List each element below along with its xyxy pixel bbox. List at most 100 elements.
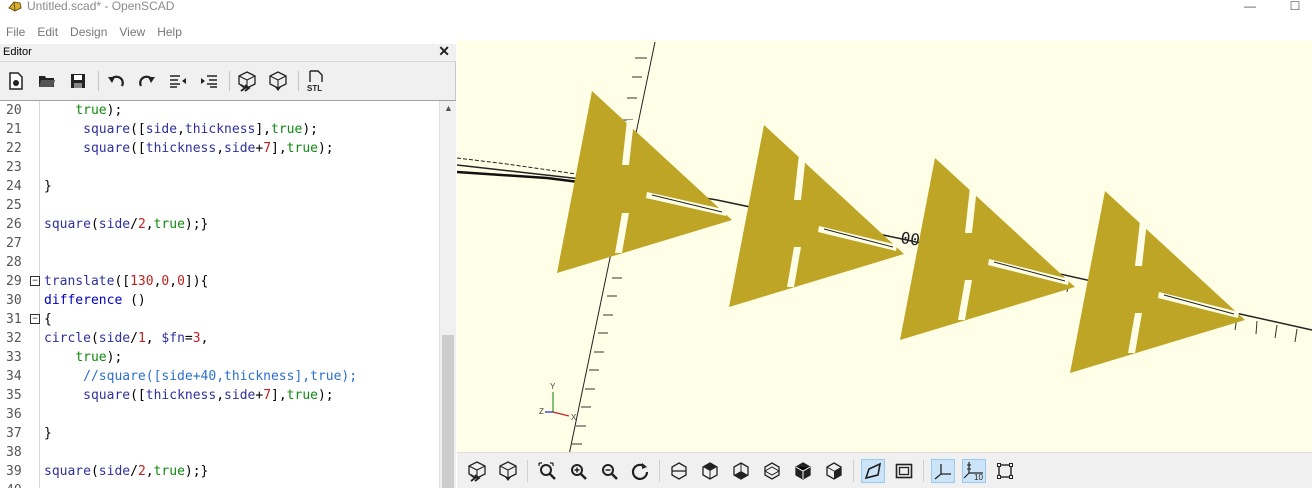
code-token: 1	[137, 331, 146, 346]
toolbar-separator	[527, 459, 528, 482]
code-line[interactable]: 29− translate([130,0,0]){	[0, 272, 440, 291]
code-text: square([side,thickness],true);	[44, 120, 318, 139]
code-line[interactable]: 37}	[0, 424, 440, 443]
code-line[interactable]: 20 true);	[0, 101, 440, 120]
code-token: 130	[130, 274, 154, 289]
code-line[interactable]: 31−{	[0, 310, 440, 329]
code-line[interactable]: 22 square([thickness,side+7],true);	[0, 139, 440, 158]
code-line[interactable]: 23	[0, 158, 440, 177]
show-scale-markers-icon[interactable]: 10	[962, 458, 986, 483]
fold-toggle-icon[interactable]: −	[30, 276, 40, 286]
view-top-icon[interactable]	[698, 459, 722, 483]
minimize-button[interactable]: —	[1242, 0, 1258, 14]
code-token: =	[184, 331, 193, 346]
menu-design[interactable]: Design	[64, 23, 113, 41]
code-text: {	[44, 310, 52, 329]
line-number: 38	[6, 445, 22, 460]
line-number: 40	[6, 481, 22, 488]
open-folder-icon[interactable]	[36, 70, 58, 92]
code-line[interactable]: 36	[0, 405, 440, 424]
editor-scrollbar[interactable]: ▲	[439, 101, 456, 488]
code-line[interactable]: 34 //square([side+40,thickness],true);	[0, 367, 440, 386]
menu-bar: File Edit Design View Help	[0, 23, 460, 41]
new-file-icon[interactable]	[5, 70, 27, 92]
indent-icon[interactable]	[198, 70, 220, 92]
openscad-logo-icon	[8, 1, 22, 12]
code-text: translate([130,0,0]){	[44, 272, 208, 291]
code-editor[interactable]: 20 true); 21 square([side,thickness],true…	[0, 100, 456, 488]
menu-file[interactable]: File	[0, 23, 31, 41]
code-token: thickness	[145, 141, 217, 156]
code-line[interactable]: 25	[0, 196, 440, 215]
toolbar-separator	[98, 71, 99, 91]
render-icon[interactable]	[267, 70, 289, 92]
line-number: 28	[6, 255, 22, 270]
code-token: ,	[169, 274, 178, 289]
code-line[interactable]: 33 true);	[0, 348, 440, 367]
editor-close-button[interactable]: ✕	[438, 43, 450, 60]
scroll-thumb[interactable]	[442, 335, 454, 488]
show-edges-icon[interactable]	[993, 459, 1017, 483]
code-line[interactable]: 21 square([side,thickness],true);	[0, 120, 440, 139]
openscad-window: Untitled.scad* - OpenSCAD — ☐ File Edit …	[0, 0, 1312, 488]
code-token: //square([side+40,thickness],true);	[83, 369, 358, 384]
code-line[interactable]: 30 difference ()	[0, 291, 440, 310]
preview-icon[interactable]	[236, 70, 258, 92]
view-front-icon[interactable]	[791, 459, 815, 483]
code-line[interactable]: 28	[0, 253, 440, 272]
view-bottom-icon[interactable]	[729, 459, 753, 483]
scroll-up-arrow-icon[interactable]: ▲	[444, 103, 453, 113]
code-line[interactable]: 32 circle(side/1, $fn=3,	[0, 329, 440, 348]
code-token: side	[224, 388, 256, 403]
code-token: );	[106, 350, 123, 365]
menu-help[interactable]: Help	[151, 23, 188, 41]
show-axes-icon[interactable]	[931, 458, 955, 483]
code-token: square	[44, 217, 91, 232]
scale-marker-label: 00	[899, 228, 921, 249]
zoom-in-icon[interactable]	[566, 459, 590, 483]
code-token: ]){	[184, 274, 209, 289]
line-number: 32	[6, 331, 22, 346]
code-token: ([	[114, 274, 131, 289]
save-icon[interactable]	[67, 70, 89, 92]
menu-edit[interactable]: Edit	[31, 23, 64, 41]
preview-icon[interactable]	[465, 459, 489, 483]
unindent-icon[interactable]	[167, 70, 189, 92]
window-title: Untitled.scad* - OpenSCAD	[27, 0, 175, 13]
menu-view[interactable]: View	[113, 23, 151, 41]
redo-icon[interactable]	[136, 70, 158, 92]
code-line[interactable]: 35 square([thickness,side+7],true);	[0, 386, 440, 405]
code-text: }	[44, 177, 52, 196]
render-icon[interactable]	[496, 459, 520, 483]
fold-toggle-icon[interactable]: −	[30, 314, 40, 324]
code-line[interactable]: 40	[0, 481, 440, 488]
toolbar-separator	[659, 459, 660, 482]
maximize-button[interactable]: ☐	[1287, 0, 1303, 14]
zoom-all-icon[interactable]	[535, 459, 559, 483]
code-token: square	[44, 464, 91, 479]
view-left-icon[interactable]	[760, 459, 784, 483]
export-stl-icon[interactable]: STL	[305, 70, 327, 92]
view-back-icon[interactable]	[822, 459, 846, 483]
undo-icon[interactable]	[105, 70, 127, 92]
orthogonal-icon[interactable]	[892, 459, 916, 483]
reset-view-icon[interactable]	[628, 459, 652, 483]
gizmo-y-label: Y	[550, 382, 556, 391]
code-line[interactable]: 39 square(side/2,true);}	[0, 462, 440, 481]
code-token: ,	[216, 388, 225, 403]
3d-viewport[interactable]: 00 Y X Z	[457, 40, 1312, 488]
zoom-out-icon[interactable]	[597, 459, 621, 483]
view-right-icon[interactable]	[667, 459, 691, 483]
perspective-icon[interactable]	[861, 458, 885, 483]
code-line[interactable]: 24}	[0, 177, 440, 196]
code-token: +	[255, 141, 264, 156]
code-token: 7	[263, 141, 272, 156]
code-line[interactable]: 27	[0, 234, 440, 253]
code-token: 0	[177, 274, 185, 289]
code-line[interactable]: 26 square(side/2,true);}	[0, 215, 440, 234]
editor-title: Editor	[3, 46, 32, 58]
code-line[interactable]: 38	[0, 443, 440, 462]
code-token: (	[90, 464, 99, 479]
